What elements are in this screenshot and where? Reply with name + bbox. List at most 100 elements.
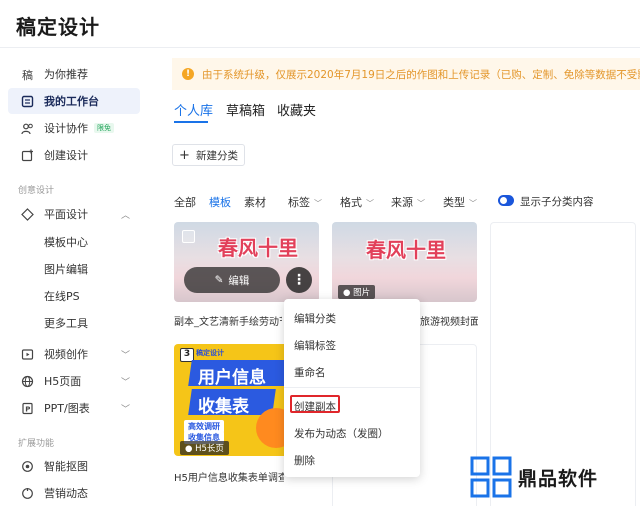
menu-item-delete[interactable]: 删除	[294, 453, 315, 468]
sidebar-subitem-online-ps[interactable]: 在线PS	[44, 288, 80, 304]
show-subcategory-label: 显示子分类内容	[520, 196, 594, 208]
sidebar-item-video[interactable]: 视频创作 ﹀	[8, 341, 140, 367]
chevron-down-icon: ﹀	[417, 199, 425, 208]
edit-button[interactable]: ✎ 编辑	[184, 267, 280, 293]
sidebar-subitem-image-edit[interactable]: 图片编辑	[44, 261, 88, 277]
template-card-2[interactable]: 春风十里 ● 图片	[332, 222, 477, 302]
sidebar-subitem-template-center[interactable]: 模板中心	[44, 234, 88, 250]
sidebar-item-ppt[interactable]: P PPT/图表 ﹀	[8, 395, 140, 421]
sidebar-item-graphic[interactable]: 平面设计 ︿	[8, 201, 140, 227]
chevron-down-icon: ﹀	[314, 199, 322, 208]
filter-all[interactable]: 全部	[174, 194, 196, 210]
filter-tag-dropdown[interactable]: 标签 ﹀	[288, 194, 322, 210]
free-badge: 限免	[94, 123, 114, 133]
sidebar-item-workspace[interactable]: 我的工作台	[8, 88, 140, 114]
plus-icon: +	[179, 147, 190, 163]
tab-favorites[interactable]: 收藏夹	[277, 100, 316, 119]
filter-template[interactable]: 模板	[209, 194, 231, 210]
chevron-down-icon: ﹀	[469, 199, 477, 208]
filter-source-dropdown[interactable]: 来源 ﹀	[391, 194, 425, 210]
h5-tag-icon: ●	[185, 444, 193, 454]
pencil-icon: ✎	[214, 274, 224, 286]
card-caption: H5用户信息收集表单调查问卷	[174, 473, 284, 484]
ppt-icon: P	[20, 401, 34, 415]
diamond-icon	[20, 207, 34, 221]
h5-tag-label: H5长页	[195, 444, 224, 454]
menu-item-rename[interactable]: 重命名	[294, 365, 326, 380]
sidebar-item-label: PPT/图表	[44, 402, 90, 415]
card-caption: 副本_文艺清新手绘劳动节	[174, 317, 282, 328]
watermark-text: 鼎品软件	[518, 467, 599, 490]
sidebar-subitem-more-tools[interactable]: 更多工具	[44, 315, 88, 331]
filter-type-dropdown[interactable]: 类型 ﹀	[443, 194, 477, 210]
template-card-1[interactable]: 春风十里 ✎ 编辑 ⋮	[174, 222, 319, 302]
chevron-down-icon: ﹀	[120, 350, 130, 361]
chevron-up-icon: ︿	[120, 210, 130, 221]
menu-item-edit-category[interactable]: 编辑分类	[294, 311, 336, 326]
watermark-logo-icon	[470, 456, 512, 498]
sidebar-item-label: H5页面	[44, 375, 82, 388]
video-icon	[20, 347, 34, 361]
card-caption: 旅游视频封面	[420, 317, 478, 328]
context-menu: 编辑分类 编辑标签 重命名 创建副本 发布为动态（发圈） 删除	[284, 299, 420, 477]
more-options-button[interactable]: ⋮	[286, 267, 312, 293]
menu-item-publish[interactable]: 发布为动态（发圈）	[294, 426, 389, 441]
notice-text: 由于系统升级，仅展示2020年7月19日之后的作图和上传记录（已购、定制、免除等…	[202, 68, 640, 81]
new-category-button[interactable]: + 新建分类	[172, 144, 245, 166]
section-label-creative: 创意设计	[18, 186, 55, 196]
h5-tag: ● H5长页	[180, 441, 229, 455]
create-icon	[20, 148, 34, 162]
menu-item-edit-tag[interactable]: 编辑标签	[294, 338, 336, 353]
sidebar-item-marketing[interactable]: 营销动态	[8, 480, 140, 506]
app-logo[interactable]: 稿定设计	[16, 11, 100, 40]
workspace-icon	[20, 94, 34, 108]
sidebar-item-label: 平面设计	[44, 208, 88, 221]
thumb-title-text: 春风十里	[218, 236, 298, 260]
select-checkbox[interactable]	[182, 230, 195, 243]
cutout-icon	[20, 459, 34, 473]
new-category-label: 新建分类	[195, 149, 238, 162]
sidebar-item-create[interactable]: 创建设计	[8, 142, 140, 168]
tab-drafts[interactable]: 草稿箱	[226, 100, 265, 119]
filter-format-label: 格式	[340, 196, 362, 209]
show-subcategory-toggle[interactable]	[498, 195, 514, 206]
filter-source-label: 来源	[391, 196, 413, 209]
filter-material[interactable]: 素材	[244, 194, 266, 210]
sidebar-item-cutout[interactable]: 智能抠图	[8, 453, 140, 479]
h5-icon	[20, 374, 34, 388]
active-tab-indicator	[174, 121, 208, 123]
sidebar-item-collaborate[interactable]: 设计协作 限免	[8, 115, 140, 141]
sidebar-item-label: 设计协作	[44, 122, 88, 135]
sidebar-item-label: 视频创作	[44, 348, 88, 361]
edit-label: 编辑	[228, 274, 250, 287]
system-notice: ! 由于系统升级，仅展示2020年7月19日之后的作图和上传记录（已购、定制、免…	[172, 58, 640, 90]
tab-personal-library[interactable]: 个人库	[174, 100, 213, 119]
collaborate-icon	[20, 121, 34, 135]
brand-header: 稿定设计	[196, 349, 224, 357]
image-tag-label: 图片	[353, 288, 371, 298]
filter-format-dropdown[interactable]: 格式 ﹀	[340, 194, 374, 210]
recommend-icon: 稿	[20, 67, 34, 81]
thumb-title-text: 春风十里	[366, 238, 446, 262]
sidebar-item-recommend[interactable]: 稿 为你推荐	[8, 61, 140, 87]
section-label-extend: 扩展功能	[18, 439, 55, 449]
chevron-down-icon: ﹀	[120, 404, 130, 415]
sidebar: 稿 为你推荐 我的工作台 设计协作 限免 创建设计 创意设计 平面设计 ︿ 模板…	[0, 49, 148, 506]
form-line1: 用户信息	[198, 368, 266, 388]
svg-text:P: P	[25, 405, 30, 413]
watermark: 鼎品软件	[470, 456, 598, 498]
sidebar-item-label: 创建设计	[44, 149, 88, 162]
sidebar-item-label: 营销动态	[44, 487, 88, 500]
sidebar-item-h5[interactable]: H5页面 ﹀	[8, 368, 140, 394]
form-line2: 收集表	[198, 397, 249, 417]
image-tag-icon: ●	[343, 288, 351, 298]
chevron-down-icon: ﹀	[366, 199, 374, 208]
svg-text:稿: 稿	[22, 68, 33, 81]
menu-divider	[284, 387, 420, 388]
warning-icon: !	[182, 68, 194, 80]
highlight-box	[290, 395, 340, 413]
sidebar-item-label: 为你推荐	[44, 68, 88, 81]
image-tag: ● 图片	[338, 285, 376, 299]
more-icon: ⋮	[292, 272, 306, 288]
sidebar-item-label: 智能抠图	[44, 460, 88, 473]
